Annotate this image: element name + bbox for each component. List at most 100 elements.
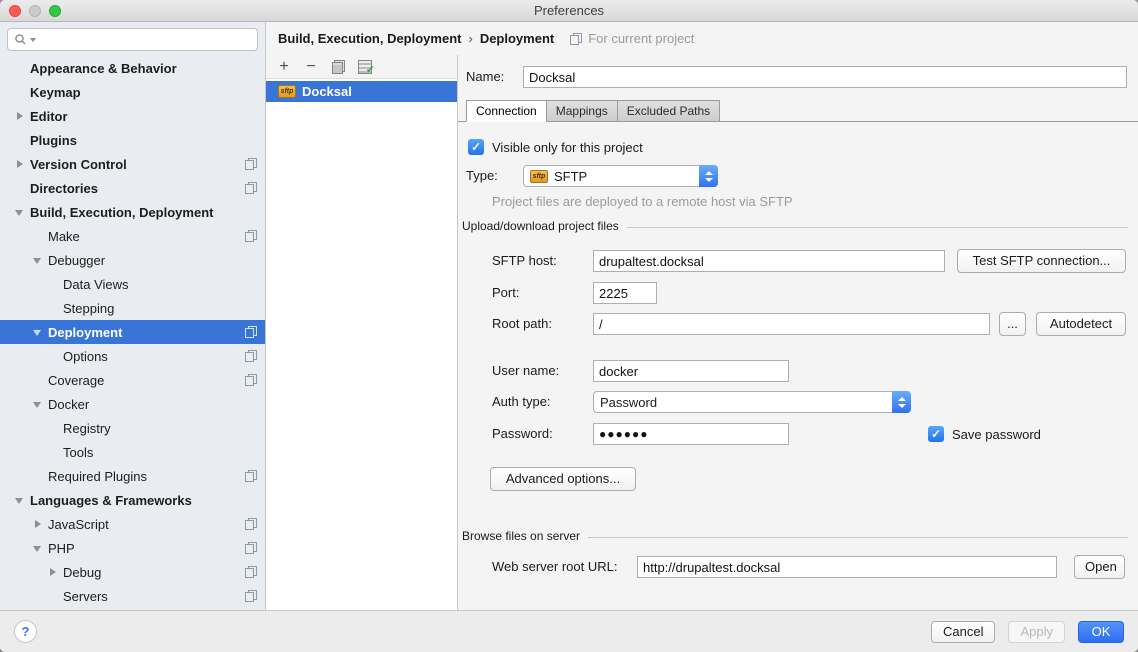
chevron-down-icon[interactable] [30, 320, 48, 344]
web-server-root-url-label: Web server root URL: [492, 556, 617, 578]
sidebar-item-data-views[interactable]: Data Views [0, 272, 265, 296]
chevron-down-icon[interactable] [30, 536, 48, 560]
sftp-host-input[interactable] [593, 250, 945, 272]
sidebar-item-debugger[interactable]: Debugger [0, 248, 265, 272]
sidebar-item-required-plugins[interactable]: Required Plugins [0, 464, 265, 488]
type-dropdown[interactable]: sftp SFTP [523, 165, 718, 187]
duplicate-server-button[interactable] [329, 58, 347, 76]
chevron-right-icon[interactable] [30, 512, 48, 536]
sidebar-item-build-execution-deployment[interactable]: Build, Execution, Deployment [0, 200, 265, 224]
save-password-label: Save password [952, 427, 1041, 442]
search-box[interactable] [7, 28, 258, 51]
sidebar-item-label: Registry [63, 421, 111, 436]
sidebar-item-label: Servers [63, 589, 108, 604]
sidebar-item-javascript[interactable]: JavaScript [0, 512, 265, 536]
auth-type-dropdown[interactable]: Password [593, 391, 911, 413]
sidebar-item-docker[interactable]: Docker [0, 392, 265, 416]
sftp-type-icon: sftp [530, 170, 548, 183]
root-path-input[interactable] [593, 313, 990, 335]
dialog-footer: ? Cancel Apply OK [0, 610, 1138, 652]
deployment-form: Name: Connection Mappings Excluded Paths… [458, 55, 1138, 610]
tab-mappings[interactable]: Mappings [546, 100, 618, 122]
project-level-icon [245, 590, 257, 602]
scope-label: For current project [588, 31, 694, 46]
server-list-item-docksal[interactable]: sftp Docksal [266, 81, 457, 102]
sidebar-item-label: Version Control [30, 157, 127, 172]
chevron-right-icon[interactable] [45, 560, 63, 584]
project-level-icon [245, 470, 257, 482]
autodetect-button[interactable]: Autodetect [1036, 312, 1126, 336]
password-input[interactable] [593, 423, 789, 445]
tab-excluded-paths[interactable]: Excluded Paths [617, 100, 720, 122]
close-window-button[interactable] [9, 5, 21, 17]
chevron-right-icon[interactable] [12, 152, 30, 176]
sidebar-item-label: Docker [48, 397, 89, 412]
sidebar-item-options[interactable]: Options [0, 344, 265, 368]
zoom-window-button[interactable] [49, 5, 61, 17]
save-password-checkbox[interactable] [928, 426, 944, 442]
sidebar-item-tools[interactable]: Tools [0, 440, 265, 464]
ok-button[interactable]: OK [1078, 621, 1124, 643]
tab-connection[interactable]: Connection [466, 100, 547, 122]
sidebar-item-registry[interactable]: Registry [0, 416, 265, 440]
apply-button[interactable]: Apply [1008, 621, 1065, 643]
scope-indicator: For current project [570, 31, 694, 46]
chevron-right-icon[interactable] [12, 104, 30, 128]
arrow-spacer [30, 224, 48, 248]
cancel-button[interactable]: Cancel [931, 621, 995, 643]
preferences-window: Preferences Appearance & BehaviorKeymapE… [0, 0, 1138, 652]
browse-root-path-button[interactable]: ... [999, 312, 1026, 336]
sidebar-item-label: Debugger [48, 253, 105, 268]
sidebar-item-servers[interactable]: Servers [0, 584, 265, 608]
test-sftp-connection-button[interactable]: Test SFTP connection... [957, 249, 1126, 273]
form-tabs: Connection Mappings Excluded Paths [466, 100, 719, 122]
web-server-root-url-input[interactable] [637, 556, 1057, 578]
advanced-options-button[interactable]: Advanced options... [490, 467, 636, 491]
sidebar-item-coverage[interactable]: Coverage [0, 368, 265, 392]
help-button[interactable]: ? [14, 620, 37, 643]
port-label: Port: [492, 282, 519, 304]
breadcrumb: Build, Execution, Deployment › Deploymen… [266, 22, 1138, 55]
chevron-down-icon[interactable] [12, 488, 30, 512]
search-options-chevron-icon[interactable] [30, 38, 36, 42]
sidebar-item-make[interactable]: Make [0, 224, 265, 248]
chevron-down-icon[interactable] [30, 248, 48, 272]
sidebar-item-keymap[interactable]: Keymap [0, 80, 265, 104]
visible-only-checkbox[interactable] [468, 139, 484, 155]
breadcrumb-parent[interactable]: Build, Execution, Deployment [278, 31, 461, 46]
sidebar-item-php[interactable]: PHP [0, 536, 265, 560]
remove-server-button[interactable]: − [302, 58, 320, 76]
sidebar-item-appearance-behavior[interactable]: Appearance & Behavior [0, 56, 265, 80]
visible-only-checkbox-row: Visible only for this project [468, 139, 643, 155]
sidebar-item-label: Directories [30, 181, 98, 196]
use-as-default-button[interactable] [356, 58, 374, 76]
name-input[interactable] [523, 66, 1127, 88]
sidebar-item-languages-frameworks[interactable]: Languages & Frameworks [0, 488, 265, 512]
sidebar-item-label: Coverage [48, 373, 104, 388]
user-name-input[interactable] [593, 360, 789, 382]
sidebar-item-directories[interactable]: Directories [0, 176, 265, 200]
search-input[interactable] [38, 33, 251, 47]
arrow-spacer [45, 416, 63, 440]
sidebar-item-deployment[interactable]: Deployment [0, 320, 265, 344]
arrow-spacer [30, 368, 48, 392]
open-url-button[interactable]: Open [1074, 555, 1125, 579]
add-server-button[interactable]: + [275, 58, 293, 76]
chevron-down-icon[interactable] [12, 200, 30, 224]
port-input[interactable] [593, 282, 657, 304]
chevron-down-icon[interactable] [30, 392, 48, 416]
sidebar-item-label: Options [63, 349, 108, 364]
page-title: Deployment [480, 31, 554, 46]
window-title: Preferences [0, 3, 1138, 18]
upload-section-title: Upload/download project files [462, 219, 619, 233]
sidebar-item-label: Required Plugins [48, 469, 147, 484]
sidebar-item-stepping[interactable]: Stepping [0, 296, 265, 320]
server-list: sftp Docksal [266, 78, 457, 610]
sidebar-item-version-control[interactable]: Version Control [0, 152, 265, 176]
sidebar-item-editor[interactable]: Editor [0, 104, 265, 128]
sidebar-item-debug[interactable]: Debug [0, 560, 265, 584]
search-icon [14, 33, 27, 46]
arrow-spacer [45, 584, 63, 608]
sidebar-item-plugins[interactable]: Plugins [0, 128, 265, 152]
root-path-label: Root path: [492, 313, 552, 335]
